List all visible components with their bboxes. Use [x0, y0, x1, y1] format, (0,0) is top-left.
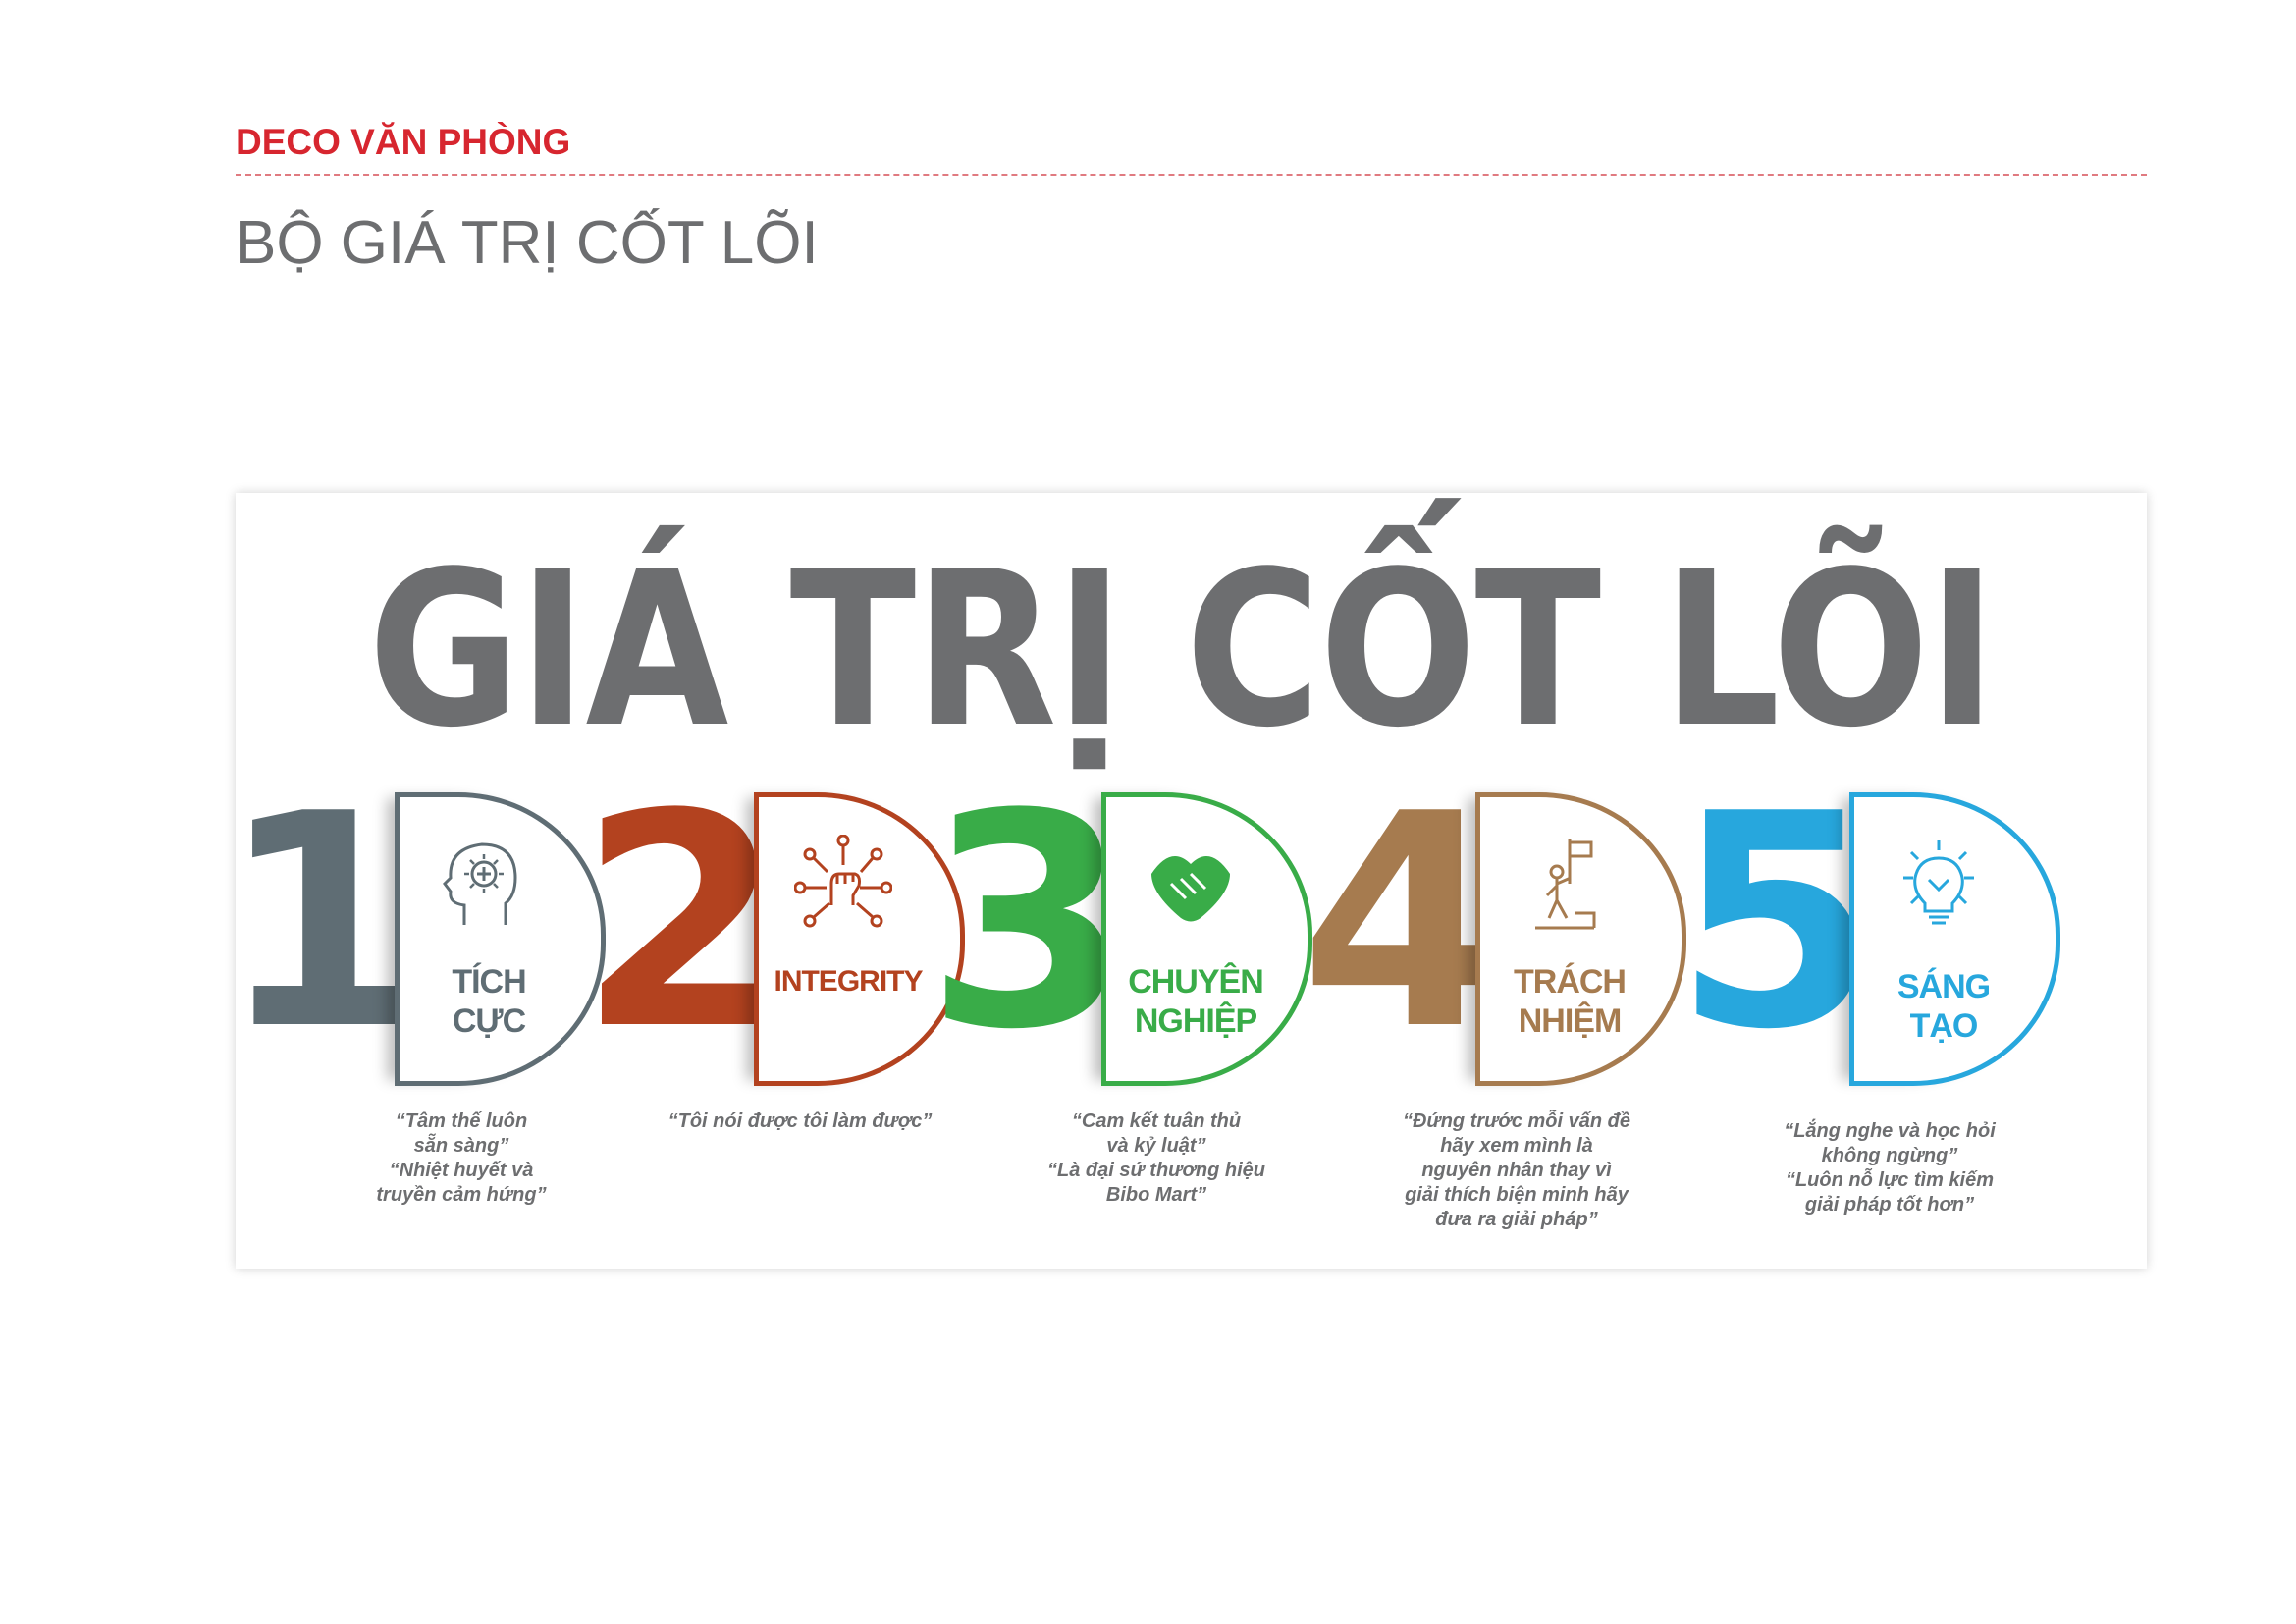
quote-line: “Nhiệt huyết và: [389, 1160, 534, 1181]
quote-line: truyền cảm hứng”: [376, 1184, 547, 1206]
value-label: TRÁCH: [1514, 963, 1627, 1001]
quote-line: “Tâm thế luôn: [395, 1110, 528, 1132]
value-number-3: 3: [926, 776, 1131, 1070]
value-label: CHUYÊN: [1128, 963, 1264, 1001]
value-quote: “Lắng nghe và học hỏi không ngừng” “Luôn n…: [1742, 1119, 2037, 1218]
quote-line: “Là đại sứ thương hiệu: [1047, 1160, 1265, 1181]
quote-line: không ngừng”: [1821, 1145, 1958, 1166]
value-number-1: 1: [219, 776, 424, 1070]
dashed-divider: [236, 174, 2147, 176]
value-label: SÁNG: [1896, 968, 1991, 1005]
value-label: CỰC: [452, 1002, 526, 1040]
handshake-icon: [1151, 856, 1230, 922]
quote-line: giải pháp tốt hơn”: [1804, 1194, 1975, 1216]
quote-line: “Lắng nghe và học hỏi: [1784, 1120, 1996, 1142]
value-quote: “Tâm thế luôn sẵn sàng” “Nhiệt huyết và tru…: [314, 1110, 609, 1208]
page-title: BỘ GIÁ TRỊ CỐT LÕI: [236, 209, 819, 277]
quote-line: “Luôn nỗ lực tìm kiếm: [1785, 1169, 1995, 1191]
infographic-title: GIÁ TRỊ CỐT LÕI: [368, 526, 1997, 775]
value-label: TÍCH: [452, 963, 526, 1001]
value-number-5: 5: [1674, 776, 1879, 1070]
quote-line: giải thích biện minh hãy: [1405, 1184, 1629, 1206]
person-with-flag-icon: [1535, 839, 1596, 930]
quote-line: “Đứng trước mỗi vấn đề: [1402, 1110, 1630, 1132]
quote-line: nguyên nhân thay vì: [1421, 1160, 1612, 1181]
lightbulb-icon: [1903, 840, 1974, 925]
value-label: NHIỆM: [1518, 1002, 1623, 1040]
value-label: NGHIỆP: [1134, 1002, 1257, 1040]
quote-line: và kỷ luật”: [1106, 1135, 1206, 1157]
value-quote: “Tôi nói được tôi làm được”: [653, 1110, 947, 1134]
quote-line: “Tôi nói được tôi làm được”: [667, 1110, 933, 1132]
quote-line: Bibo Mart”: [1105, 1184, 1207, 1206]
value-number-4: 4: [1300, 776, 1505, 1070]
value-label: INTEGRITY: [774, 965, 923, 998]
quote-line: sẵn sàng”: [413, 1135, 509, 1157]
fist-network-icon: [794, 835, 892, 928]
quote-line: hãy xem mình là: [1440, 1135, 1593, 1157]
value-label: TẠO: [1909, 1007, 1979, 1045]
value-number-2: 2: [578, 776, 783, 1070]
quote-line: đưa ra giải pháp”: [1435, 1209, 1598, 1230]
quote-line: “Cam kết tuân thủ: [1071, 1110, 1242, 1132]
brand-title: DECO VĂN PHÒNG: [236, 122, 571, 162]
value-quote: “Cam kết tuân thủ và kỷ luật” “Là đại sứ t…: [1009, 1110, 1304, 1208]
value-quote: “Đứng trước mỗi vấn đề hãy xem mình là ngu…: [1369, 1110, 1664, 1232]
head-with-plus-icon: [443, 842, 517, 925]
